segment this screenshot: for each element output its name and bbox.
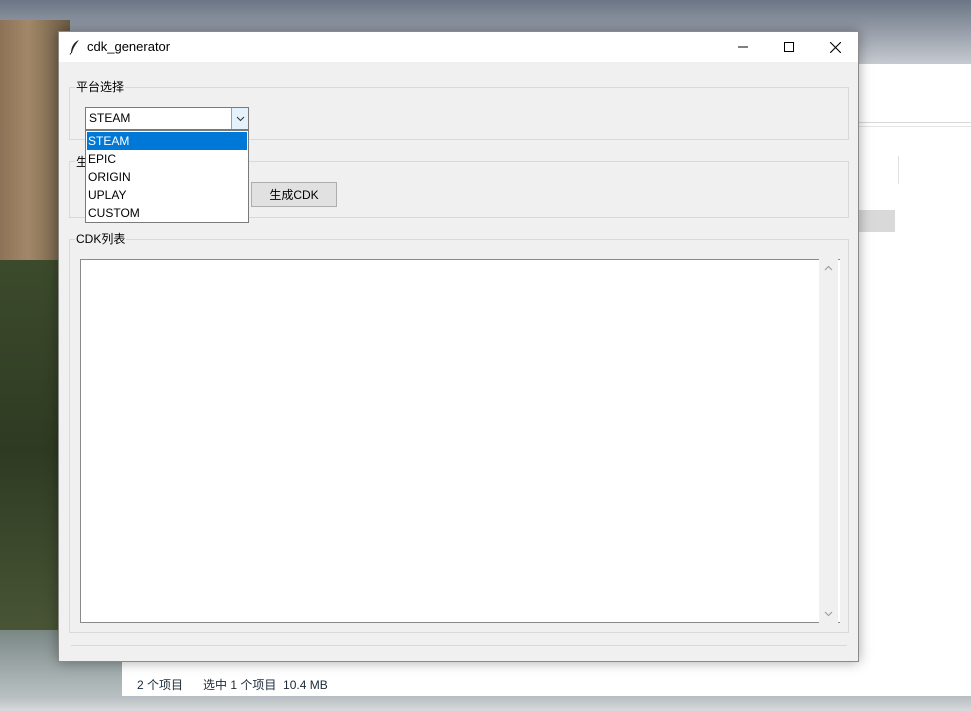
cdk-list-textarea[interactable] [80,259,840,623]
explorer-item-count: 2 个项目 [137,678,184,692]
title-bar[interactable]: cdk_generator [59,32,858,62]
generate-cdk-button[interactable]: 生成CDK [251,182,337,207]
explorer-selection-info: 选中 1 个项目 10.4 MB [203,678,328,692]
explorer-column-separator [898,156,899,184]
minimize-icon [738,46,748,48]
platform-combobox[interactable]: STEAM [85,107,249,130]
cdk-generator-window: cdk_generator 平台选择 生 生成CDK CDK列表 STEAM S… [58,31,859,662]
explorer-selected-row[interactable] [858,210,895,232]
platform-dropdown-list: STEAM EPIC ORIGIN UPLAY CUSTOM [85,130,249,223]
platform-combobox-value: STEAM [89,111,131,125]
maximize-button[interactable] [766,32,812,62]
close-button[interactable] [812,32,858,62]
dropdown-option-origin[interactable]: ORIGIN [87,168,247,186]
cdk-list-scrollbar[interactable] [819,259,838,623]
explorer-status-bar: 2 个项目 选中 1 个项目 10.4 MB [137,676,328,693]
dropdown-option-uplay[interactable]: UPLAY [87,186,247,204]
explorer-divider [858,122,971,123]
maximize-icon [784,42,794,52]
desktop-trees [0,260,62,640]
generate-cdk-button-label: 生成CDK [269,188,319,202]
chevron-up-icon [824,265,833,271]
scroll-down-button[interactable] [819,605,838,623]
window-title: cdk_generator [87,39,171,54]
platform-group-label: 平台选择 [75,78,126,95]
dropdown-option-steam[interactable]: STEAM [87,132,247,150]
explorer-divider [858,126,971,127]
combobox-dropdown-button[interactable] [231,108,248,129]
window-bottom-divider [71,645,847,646]
dropdown-option-custom[interactable]: CUSTOM [87,204,247,222]
chevron-down-icon [824,611,833,617]
feather-icon [69,40,79,55]
desktop-bottom-strip [0,696,971,711]
chevron-down-icon [236,116,244,121]
cdk-list-group-label: CDK列表 [75,230,127,247]
dropdown-option-epic[interactable]: EPIC [87,150,247,168]
minimize-button[interactable] [720,32,766,62]
scroll-up-button[interactable] [819,259,838,277]
close-icon [829,41,841,53]
